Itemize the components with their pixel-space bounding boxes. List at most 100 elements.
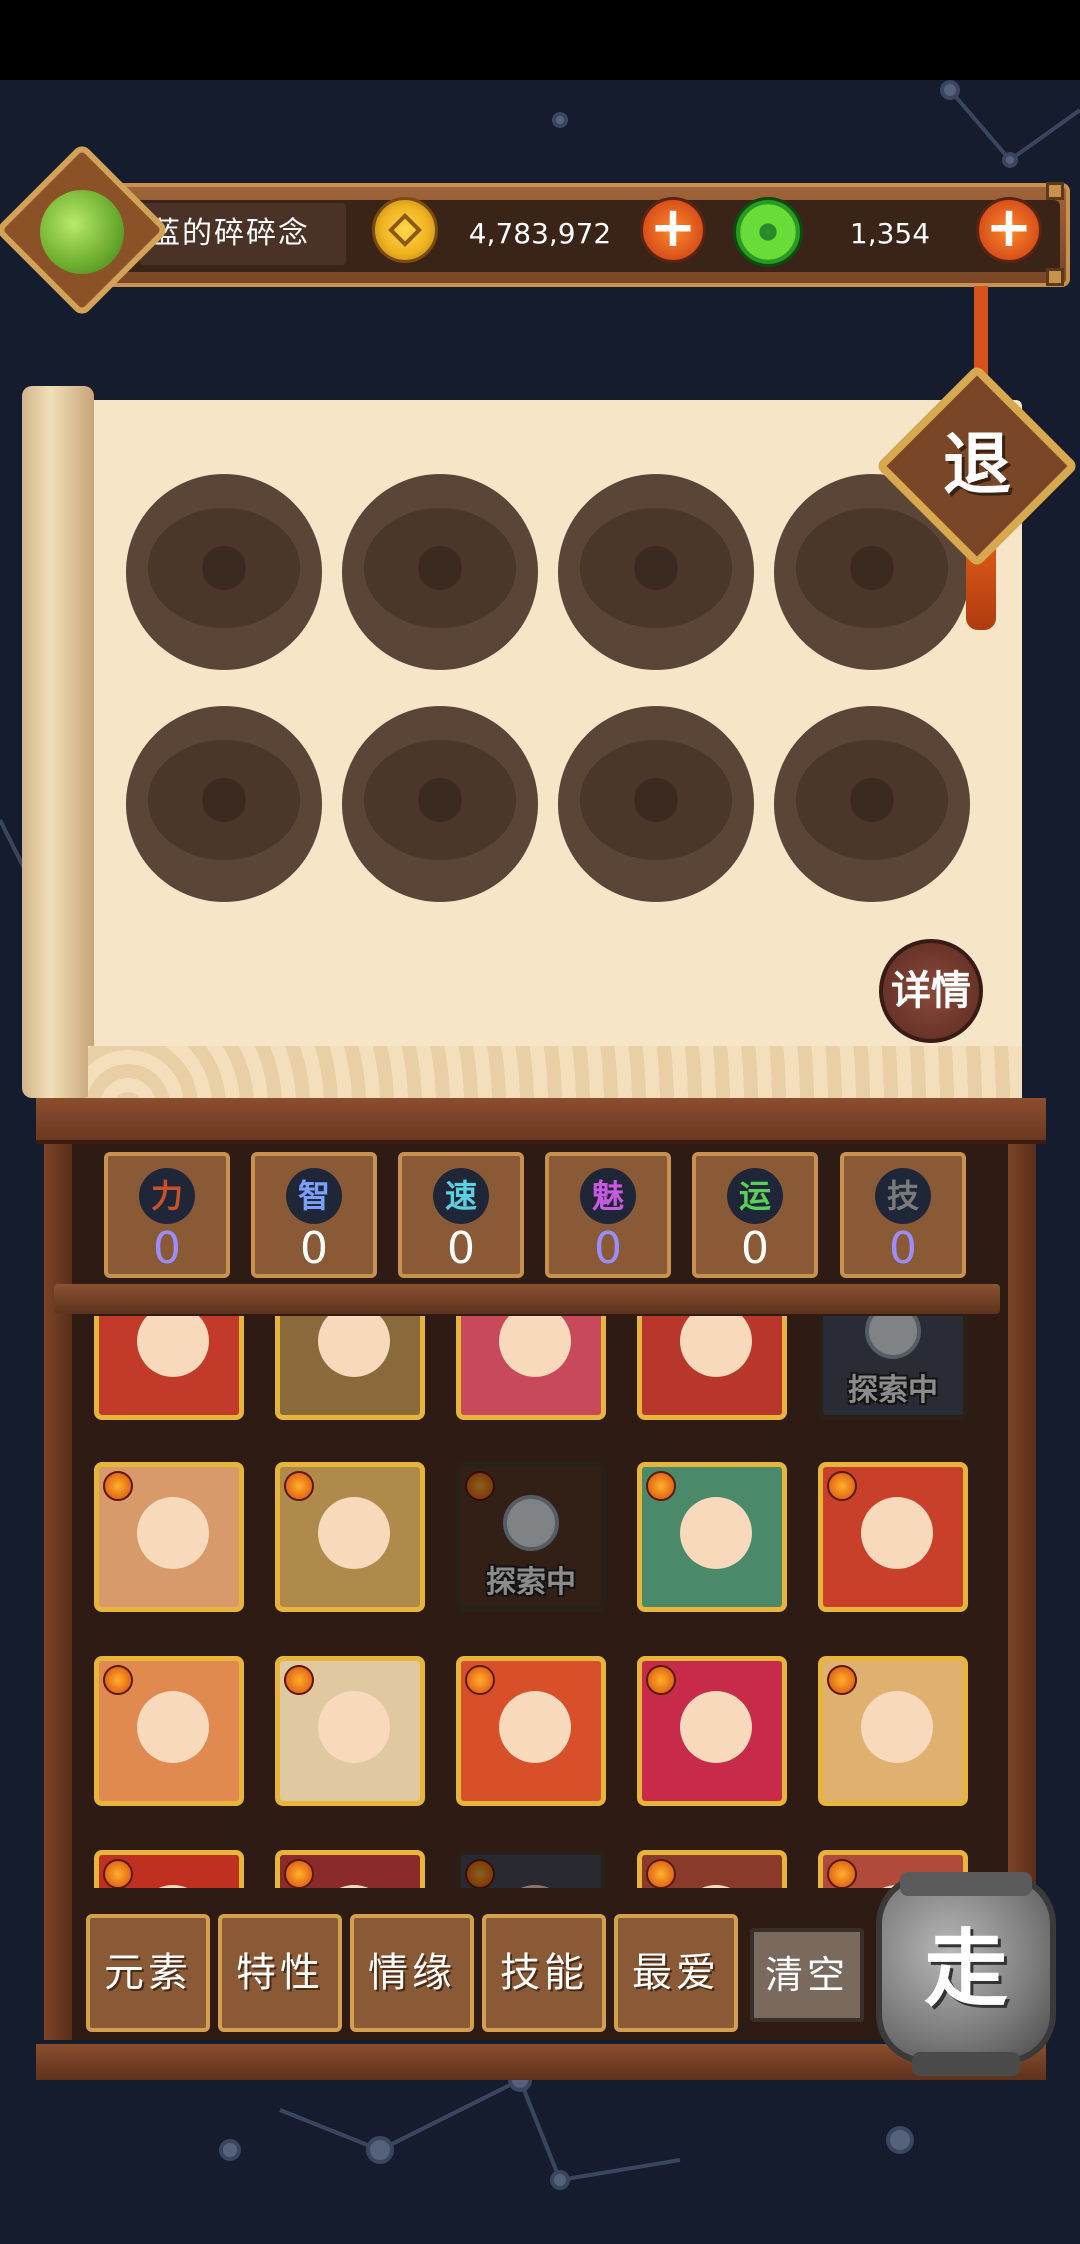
hero-card[interactable] [818, 1656, 968, 1806]
jade-icon [733, 197, 803, 267]
fire-element-icon [827, 1665, 857, 1695]
hero-portrait [680, 1885, 752, 1888]
cabinet-top [36, 1098, 1046, 1144]
fire-element-icon [827, 1471, 857, 1501]
stat-tile: 智0 [251, 1152, 377, 1278]
hero-card[interactable] [456, 1850, 606, 1888]
filter-button[interactable]: 技能 [482, 1914, 606, 2032]
add-jade-button[interactable]: + [976, 197, 1042, 263]
stat-value: 0 [741, 1223, 769, 1274]
hero-portrait [861, 1497, 933, 1569]
hero-portrait [499, 1885, 571, 1888]
hero-card[interactable] [456, 1316, 606, 1420]
fire-element-icon [465, 1859, 495, 1888]
stat-value: 0 [594, 1223, 622, 1274]
cabinet-side-left [44, 1140, 72, 2040]
detail-button[interactable]: 详情 [879, 939, 983, 1043]
go-button[interactable]: 走 [876, 1874, 1056, 2064]
hero-card[interactable] [94, 1850, 244, 1888]
cabinet-shelf [54, 1284, 1000, 1314]
exploring-label: 探索中 [848, 1373, 938, 1408]
player-name: 蓝的碎碎念 [150, 216, 310, 251]
hero-card[interactable] [637, 1850, 787, 1888]
hero-card[interactable] [275, 1462, 425, 1612]
stat-icon: 技 [875, 1168, 931, 1224]
scroll-rod [22, 386, 94, 1098]
team-slot-2[interactable] [342, 474, 538, 670]
fire-element-icon [646, 1665, 676, 1695]
stat-tile: 速0 [398, 1152, 524, 1278]
hero-portrait [680, 1691, 752, 1763]
fire-element-icon [103, 1859, 133, 1888]
clock-icon [503, 1495, 559, 1551]
jade-amount: 1,354 [849, 217, 931, 250]
hero-card[interactable] [818, 1462, 968, 1612]
fire-element-icon [284, 1665, 314, 1695]
stat-tile: 运0 [692, 1152, 818, 1278]
hero-portrait [318, 1316, 390, 1377]
filter-button[interactable]: 最爱 [614, 1914, 738, 2032]
team-slot-6[interactable] [342, 706, 538, 902]
team-slot-7[interactable] [558, 706, 754, 902]
hero-card[interactable] [275, 1850, 425, 1888]
team-slot-3[interactable] [558, 474, 754, 670]
team-slot-1[interactable] [126, 474, 322, 670]
hero-grid[interactable]: 探索中 探索中 [70, 1316, 1010, 1888]
hero-portrait [499, 1316, 571, 1377]
stat-tile: 魅0 [545, 1152, 671, 1278]
hero-card[interactable] [94, 1462, 244, 1612]
clock-icon [865, 1316, 921, 1359]
hero-portrait [318, 1497, 390, 1569]
filter-button[interactable]: 特性 [218, 1914, 342, 2032]
hero-card[interactable] [94, 1316, 244, 1420]
fire-element-icon [103, 1471, 133, 1501]
stat-icon: 智 [286, 1168, 342, 1224]
fire-element-icon [284, 1471, 314, 1501]
stat-icon: 速 [433, 1168, 489, 1224]
hero-portrait [318, 1885, 390, 1888]
hero-card[interactable] [275, 1316, 425, 1420]
hero-card[interactable] [637, 1656, 787, 1806]
hero-card[interactable]: 探索中 [818, 1316, 968, 1420]
stat-value: 0 [300, 1223, 328, 1274]
gold-coin-icon [372, 197, 438, 263]
fire-element-icon [465, 1471, 495, 1501]
fire-element-icon [284, 1859, 314, 1888]
team-slot-8[interactable] [774, 706, 970, 902]
hero-card[interactable] [275, 1656, 425, 1806]
stat-value: 0 [889, 1223, 917, 1274]
stat-tile: 力0 [104, 1152, 230, 1278]
filter-button[interactable]: 情缘 [350, 1914, 474, 2032]
stat-icon: 力 [139, 1168, 195, 1224]
hero-portrait [680, 1497, 752, 1569]
hero-portrait [137, 1497, 209, 1569]
hero-portrait [137, 1691, 209, 1763]
hero-card[interactable] [456, 1656, 606, 1806]
exit-button[interactable]: 退 [905, 394, 1049, 538]
stat-value: 0 [447, 1223, 475, 1274]
hero-card[interactable] [637, 1316, 787, 1420]
hero-portrait [499, 1691, 571, 1763]
hero-card[interactable] [637, 1462, 787, 1612]
hero-portrait [137, 1316, 209, 1377]
filter-button[interactable]: 元素 [86, 1914, 210, 2032]
hero-portrait [137, 1885, 209, 1888]
fire-element-icon [103, 1665, 133, 1695]
stat-value: 0 [153, 1223, 181, 1274]
stat-tile: 技0 [840, 1152, 966, 1278]
hero-portrait [680, 1316, 752, 1377]
exploring-label: 探索中 [486, 1565, 576, 1600]
fire-element-icon [646, 1471, 676, 1501]
status-bar [0, 0, 1080, 80]
avatar[interactable] [40, 190, 124, 274]
scroll-wave-border [88, 1046, 1022, 1098]
team-slot-5[interactable] [126, 706, 322, 902]
clear-button[interactable]: 清空 [750, 1928, 864, 2022]
corner-bolt [1046, 182, 1064, 200]
hero-portrait [861, 1691, 933, 1763]
add-gold-button[interactable]: + [640, 197, 706, 263]
fire-element-icon [465, 1665, 495, 1695]
fire-element-icon [646, 1859, 676, 1888]
hero-card[interactable]: 探索中 [456, 1462, 606, 1612]
hero-card[interactable] [94, 1656, 244, 1806]
